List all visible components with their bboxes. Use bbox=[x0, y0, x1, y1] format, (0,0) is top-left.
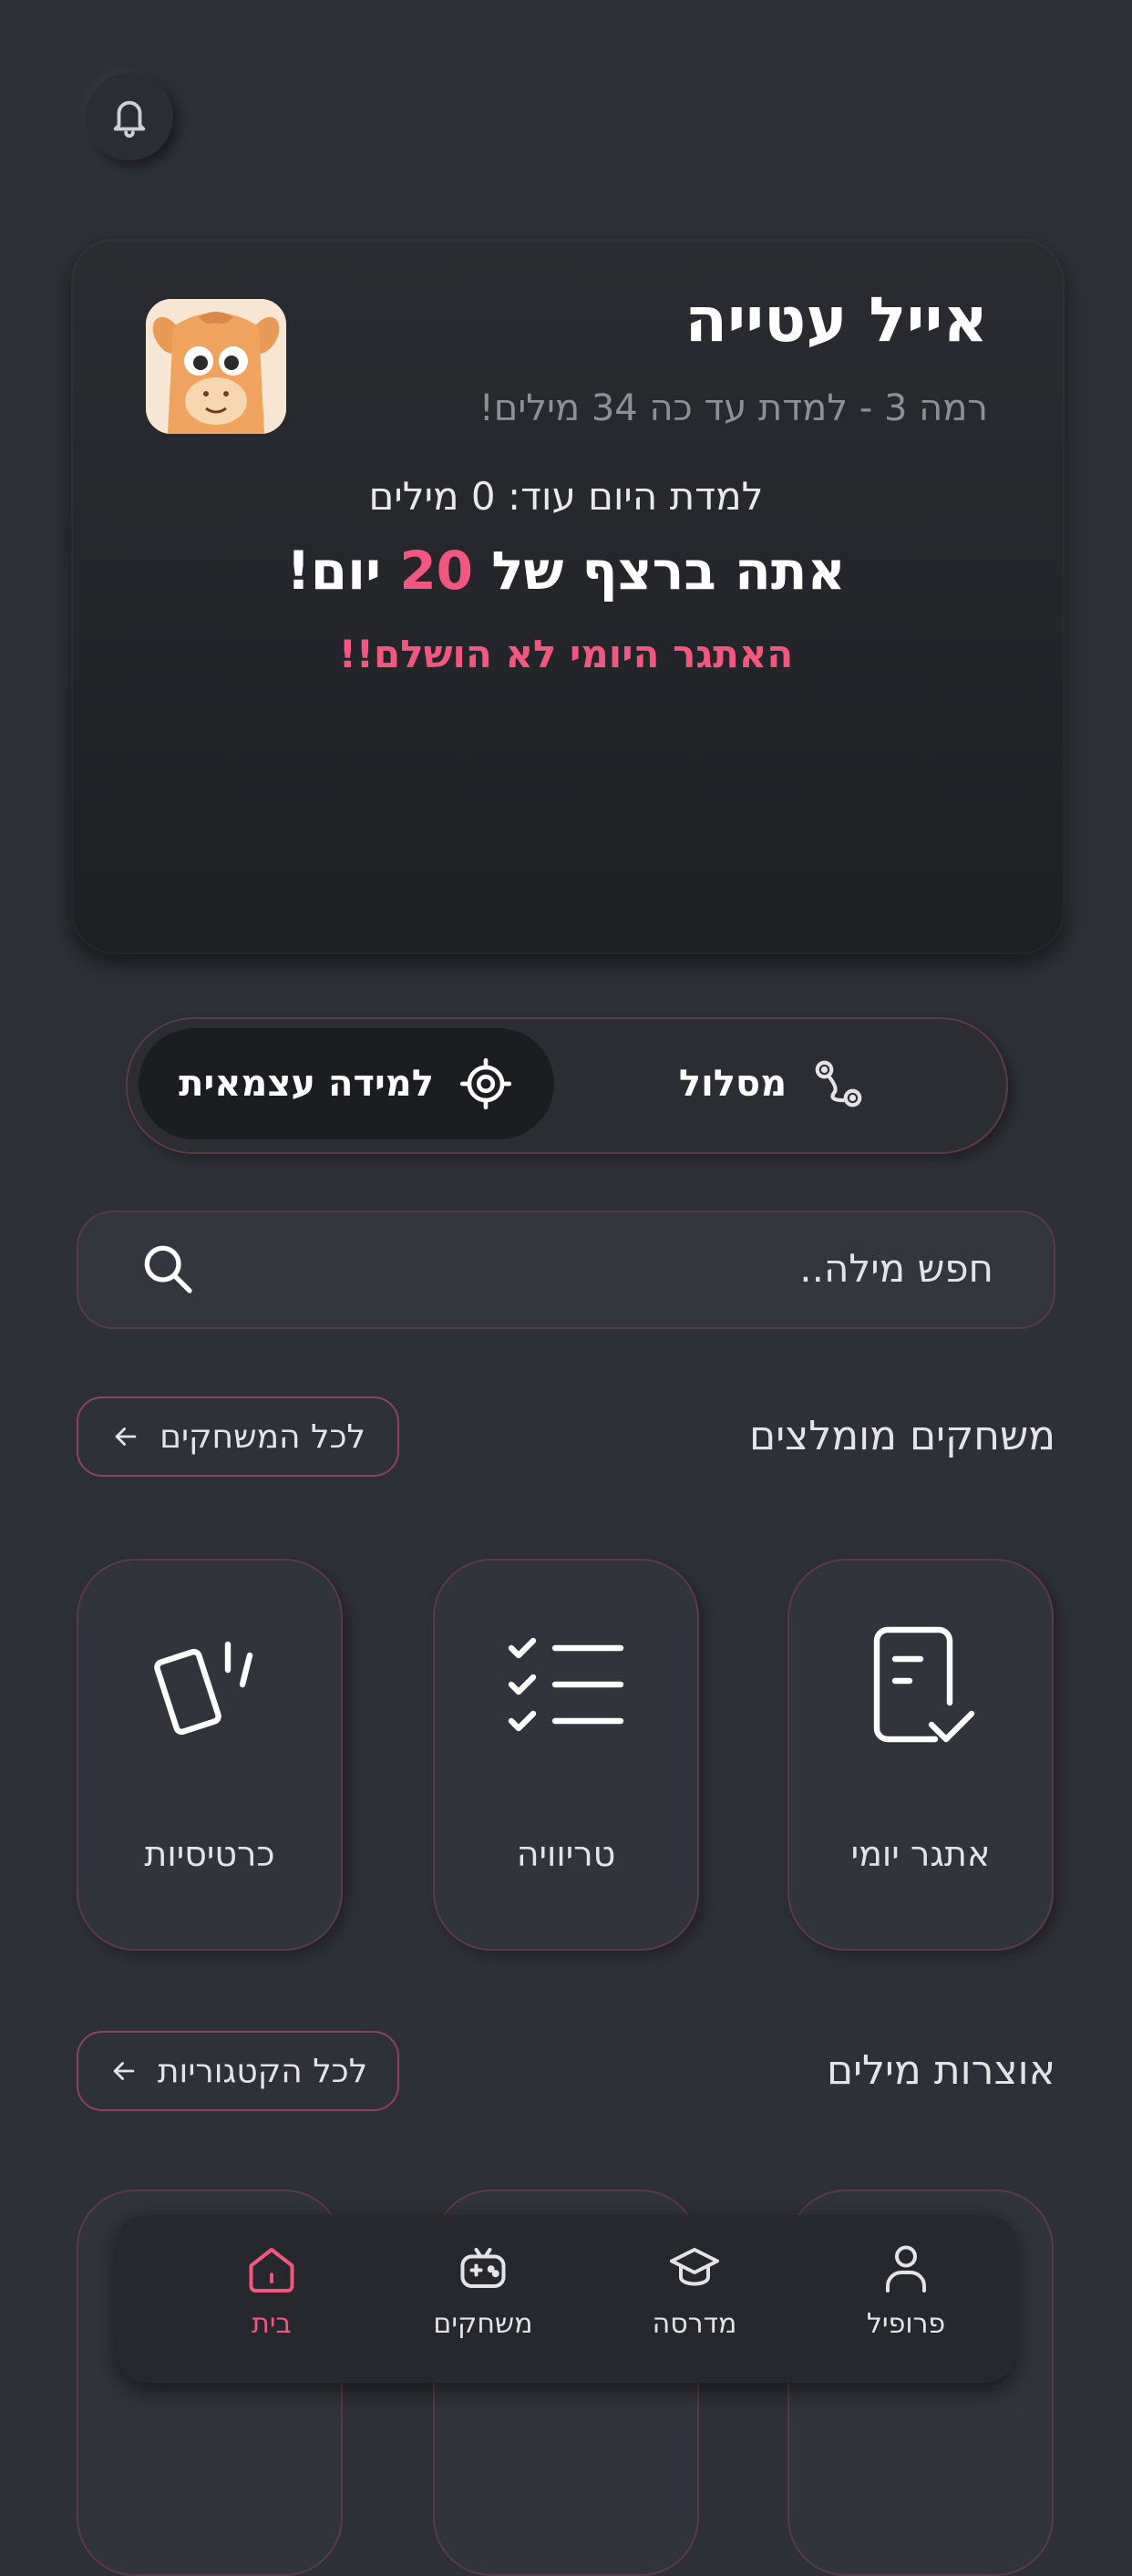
search-placeholder: חפש מילה.. bbox=[799, 1246, 993, 1291]
nav-games[interactable]: משחקים bbox=[401, 2241, 565, 2368]
streak-prefix: אתה ברצף של bbox=[491, 540, 846, 602]
game-card-daily-challenge[interactable]: אתגר יומי bbox=[787, 1559, 1054, 1951]
checklist-icon bbox=[508, 1637, 624, 1732]
game-label-flashcards: כרטיסיות bbox=[144, 1834, 275, 1874]
self-learning-label: למידה עצמאית bbox=[179, 1063, 434, 1105]
vocabulary-title: אוצרות מילים bbox=[826, 2047, 1055, 2094]
today-words-text: למדת היום עוד: 0 מילים bbox=[368, 474, 764, 519]
game-label-daily-challenge: אתגר יומי bbox=[850, 1834, 991, 1874]
streak-days: 20 bbox=[399, 540, 474, 602]
nav-home[interactable]: בית bbox=[190, 2241, 354, 2368]
nav-label-games: משחקים bbox=[433, 2308, 533, 2340]
nav-madrasa[interactable]: מדרסה bbox=[612, 2241, 777, 2368]
nav-label-profile: פרופיל bbox=[866, 2308, 946, 2340]
home-icon bbox=[249, 2248, 294, 2293]
gamepad-icon bbox=[460, 2248, 506, 2288]
daily-challenge-icon bbox=[873, 1626, 975, 1743]
arrow-left-icon bbox=[113, 2062, 135, 2080]
path-mode-option[interactable]: מסלול bbox=[554, 1028, 992, 1139]
streak-text: אתה ברצף של 20 יום! bbox=[0, 540, 1132, 602]
streak-suffix: יום! bbox=[286, 540, 382, 602]
all-categories-button[interactable]: לכל הקטגוריות bbox=[77, 2031, 399, 2111]
route-icon bbox=[815, 1060, 862, 1108]
daily-challenge-status: האתגר היומי לא הושלם!! bbox=[338, 632, 794, 676]
target-icon bbox=[459, 1057, 512, 1110]
game-card-flashcards[interactable]: כרטיסיות bbox=[77, 1559, 343, 1951]
nav-label-home: בית bbox=[252, 2308, 292, 2340]
level-progress-text: רמה 3 - למדת עד כה 34 מילים! bbox=[479, 387, 988, 429]
all-games-button[interactable]: לכל המשחקים bbox=[77, 1396, 399, 1477]
arrow-left-icon bbox=[115, 1427, 137, 1446]
all-games-label: לכל המשחקים bbox=[160, 1417, 365, 1456]
self-learning-mode-option[interactable]: למידה עצמאית bbox=[139, 1028, 554, 1139]
cards-icon bbox=[154, 1641, 253, 1736]
all-categories-label: לכל הקטגוריות bbox=[157, 2052, 368, 2090]
bottom-navigation: פרופיל מדרסה משחקים בית bbox=[117, 2215, 1015, 2383]
search-icon[interactable] bbox=[139, 1240, 197, 1298]
camel-avatar bbox=[146, 299, 286, 434]
path-mode-label: מסלול bbox=[678, 1063, 787, 1105]
nav-profile[interactable]: פרופיל bbox=[824, 2241, 988, 2368]
nav-label-madrasa: מדרסה bbox=[652, 2308, 737, 2340]
bell-icon bbox=[113, 100, 146, 138]
person-icon bbox=[886, 2245, 926, 2293]
user-name: אייל עטייה bbox=[684, 284, 988, 356]
graduation-cap-icon bbox=[670, 2248, 719, 2286]
recommended-games-title: משחקים מומלצים bbox=[749, 1413, 1055, 1459]
notifications-button[interactable] bbox=[86, 73, 173, 160]
search-input[interactable]: חפש מילה.. bbox=[77, 1211, 1055, 1329]
game-label-trivia: טריוויה bbox=[516, 1834, 616, 1874]
game-card-trivia[interactable]: טריוויה bbox=[433, 1559, 699, 1951]
